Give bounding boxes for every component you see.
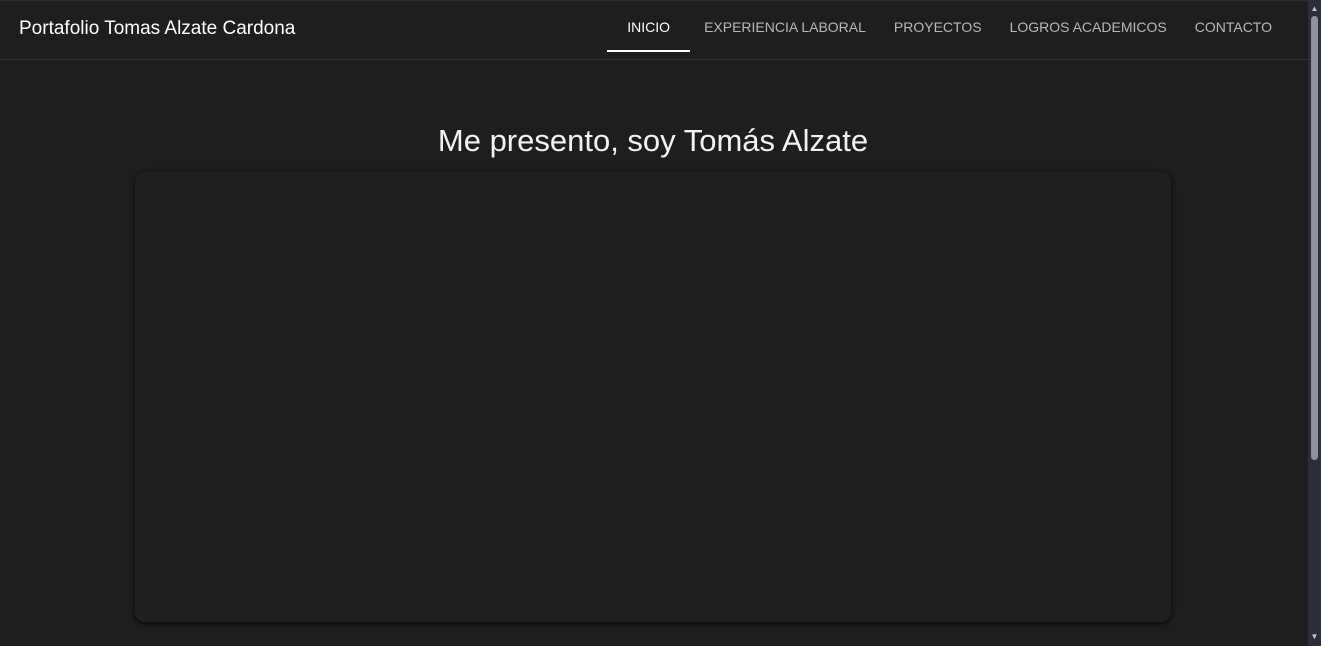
brand-title[interactable]: Portafolio Tomas Alzate Cardona	[19, 18, 295, 40]
page: Portafolio Tomas Alzate Cardona INICIO E…	[0, 0, 1321, 646]
nav-tabs: INICIO EXPERIENCIA LABORAL PROYECTOS LOG…	[607, 1, 1286, 60]
chevron-down-icon[interactable]: ▼	[1308, 630, 1321, 644]
vertical-scrollbar[interactable]: ▲ ▼	[1308, 0, 1321, 646]
scroll-thumb[interactable]	[1311, 16, 1318, 460]
tab-contacto[interactable]: CONTACTO	[1181, 1, 1286, 52]
intro-card	[135, 172, 1171, 622]
page-heading: Me presento, soy Tomás Alzate	[437, 123, 869, 158]
app-bar: Portafolio Tomas Alzate Cardona INICIO E…	[0, 0, 1308, 60]
tab-experiencia-laboral[interactable]: EXPERIENCIA LABORAL	[690, 1, 880, 52]
tab-proyectos[interactable]: PROYECTOS	[880, 1, 996, 52]
chevron-up-icon[interactable]: ▲	[1308, 2, 1321, 16]
tab-inicio[interactable]: INICIO	[607, 1, 690, 52]
tab-logros-academicos[interactable]: LOGROS ACADEMICOS	[996, 1, 1181, 52]
